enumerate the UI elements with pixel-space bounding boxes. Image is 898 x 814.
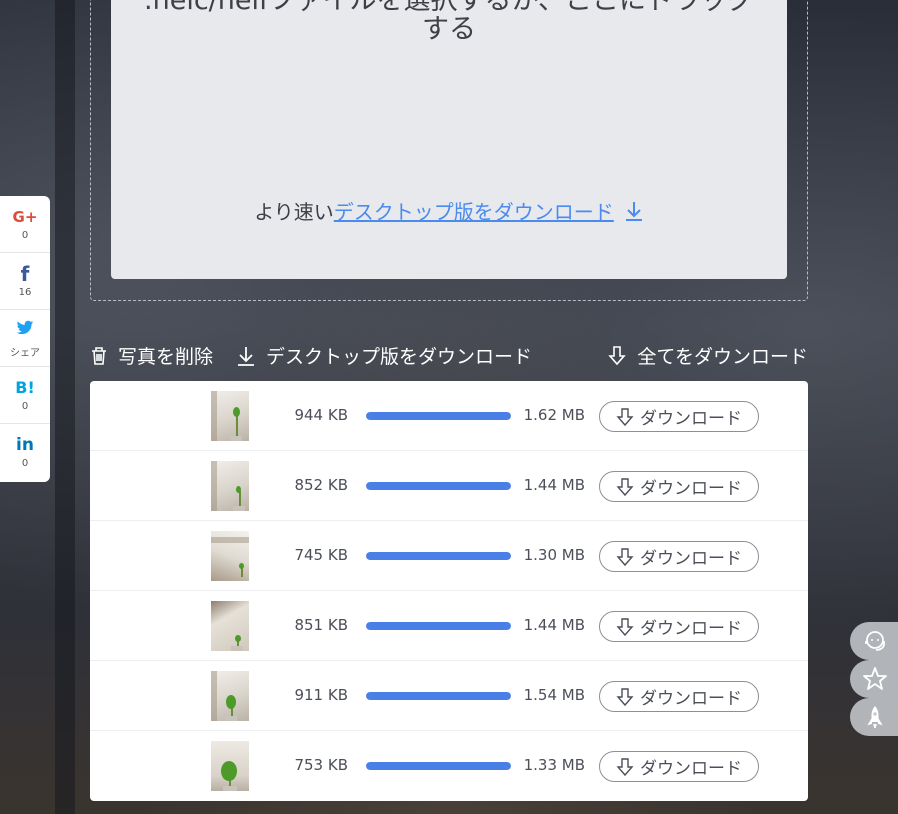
file-row: 851 KB 1.44 MB ダウンロード bbox=[90, 591, 808, 661]
share-linkedin[interactable]: in 0 bbox=[0, 424, 50, 481]
back-to-top-button[interactable] bbox=[850, 698, 898, 736]
file-row: 911 KB 1.54 MB ダウンロード bbox=[90, 661, 808, 731]
download-button[interactable]: ダウンロード bbox=[599, 541, 759, 572]
original-size: 944 KB bbox=[294, 406, 348, 424]
progress-bar bbox=[366, 692, 511, 700]
favorite-button[interactable] bbox=[850, 660, 898, 698]
converted-size: 1.62 MB bbox=[523, 406, 585, 424]
original-size: 911 KB bbox=[294, 686, 348, 704]
support-headset-icon bbox=[865, 631, 885, 651]
download-button[interactable]: ダウンロード bbox=[599, 611, 759, 642]
file-row: 753 KB 1.33 MB ダウンロード bbox=[90, 731, 808, 801]
arrow-down-icon bbox=[616, 477, 634, 496]
converted-size: 1.33 MB bbox=[523, 756, 585, 774]
share-google-plus[interactable]: G+ 0 bbox=[0, 196, 50, 253]
delete-photos-label: 写真を削除 bbox=[118, 346, 214, 368]
share-twitter[interactable]: シェア bbox=[0, 310, 50, 367]
download-all-button[interactable]: 全てをダウンロード bbox=[607, 342, 808, 369]
download-button-label: ダウンロード bbox=[640, 619, 742, 639]
twitter-icon bbox=[0, 320, 50, 342]
drop-instruction-line2: する bbox=[422, 14, 476, 45]
converted-size: 1.44 MB bbox=[523, 616, 585, 634]
progress-bar bbox=[366, 762, 511, 770]
social-share-bar: G+ 0 f 16 シェア B! 0 in 0 bbox=[0, 196, 50, 482]
download-button-label: ダウンロード bbox=[640, 479, 742, 499]
linkedin-icon: in bbox=[16, 435, 34, 455]
share-count: 0 bbox=[21, 230, 29, 241]
delete-photos-button[interactable]: 写真を削除 bbox=[90, 342, 213, 369]
desktop-version-label: デスクトップ版をダウンロード bbox=[266, 346, 533, 368]
background-pillar bbox=[55, 0, 75, 814]
download-button[interactable]: ダウンロード bbox=[599, 471, 759, 502]
original-size: 852 KB bbox=[294, 476, 348, 494]
download-icon bbox=[238, 346, 254, 366]
download-button[interactable]: ダウンロード bbox=[599, 401, 759, 432]
trash-icon bbox=[92, 346, 106, 365]
progress-bar bbox=[366, 482, 511, 490]
converted-size: 1.30 MB bbox=[523, 546, 585, 564]
arrow-down-icon bbox=[616, 617, 634, 636]
desktop-download-link[interactable]: デスクトップ版をダウンロード bbox=[334, 200, 614, 224]
support-button[interactable] bbox=[850, 622, 898, 660]
progress-bar bbox=[366, 622, 511, 630]
original-size: 851 KB bbox=[294, 616, 348, 634]
action-bar: 写真を削除 デスクトップ版をダウンロード 全てをダウンロード bbox=[90, 342, 808, 370]
progress-bar bbox=[366, 552, 511, 560]
download-icon[interactable] bbox=[624, 200, 644, 227]
converted-size: 1.54 MB bbox=[523, 686, 585, 704]
rocket-icon bbox=[867, 706, 883, 729]
download-button-label: ダウンロード bbox=[640, 549, 742, 569]
photo-thumbnail bbox=[211, 391, 249, 441]
share-facebook[interactable]: f 16 bbox=[0, 253, 50, 310]
arrow-down-icon bbox=[616, 687, 634, 706]
download-all-label: 全てをダウンロード bbox=[637, 346, 808, 368]
desktop-promo: より速いデスクトップ版をダウンロード bbox=[111, 196, 787, 227]
file-row: 745 KB 1.30 MB ダウンロード bbox=[90, 521, 808, 591]
file-row: 944 KB 1.62 MB ダウンロード bbox=[90, 381, 808, 451]
photo-thumbnail bbox=[211, 601, 249, 651]
arrow-down-icon bbox=[616, 547, 634, 566]
share-label: シェア bbox=[10, 348, 40, 359]
share-count: 16 bbox=[18, 287, 32, 298]
original-size: 753 KB bbox=[294, 756, 348, 774]
google-plus-icon: G+ bbox=[12, 208, 38, 226]
file-row: 852 KB 1.44 MB ダウンロード bbox=[90, 451, 808, 521]
desktop-promo-prefix: より速い bbox=[254, 200, 334, 224]
share-count: 0 bbox=[21, 458, 29, 469]
converted-size: 1.44 MB bbox=[523, 476, 585, 494]
arrow-down-icon bbox=[616, 757, 634, 776]
hatena-bookmark-icon: B! bbox=[15, 378, 35, 397]
photo-thumbnail bbox=[211, 671, 249, 721]
arrow-down-icon bbox=[608, 345, 627, 365]
download-button[interactable]: ダウンロード bbox=[599, 681, 759, 712]
download-button-label: ダウンロード bbox=[640, 689, 742, 709]
file-list: 944 KB 1.62 MB ダウンロード 852 KB 1.44 MB ダウン… bbox=[90, 381, 808, 801]
original-size: 745 KB bbox=[294, 546, 348, 564]
download-button-label: ダウンロード bbox=[640, 409, 742, 429]
share-hatena[interactable]: B! 0 bbox=[0, 367, 50, 424]
photo-thumbnail bbox=[211, 531, 249, 581]
star-icon bbox=[863, 667, 887, 690]
arrow-down-icon bbox=[616, 407, 634, 426]
facebook-icon: f bbox=[20, 262, 30, 286]
share-count: 0 bbox=[21, 401, 29, 412]
photo-thumbnail bbox=[211, 741, 249, 791]
download-button-label: ダウンロード bbox=[640, 759, 742, 779]
desktop-version-button[interactable]: デスクトップ版をダウンロード bbox=[236, 342, 532, 369]
progress-bar bbox=[366, 412, 511, 420]
photo-thumbnail bbox=[211, 461, 249, 511]
download-button[interactable]: ダウンロード bbox=[599, 751, 759, 782]
